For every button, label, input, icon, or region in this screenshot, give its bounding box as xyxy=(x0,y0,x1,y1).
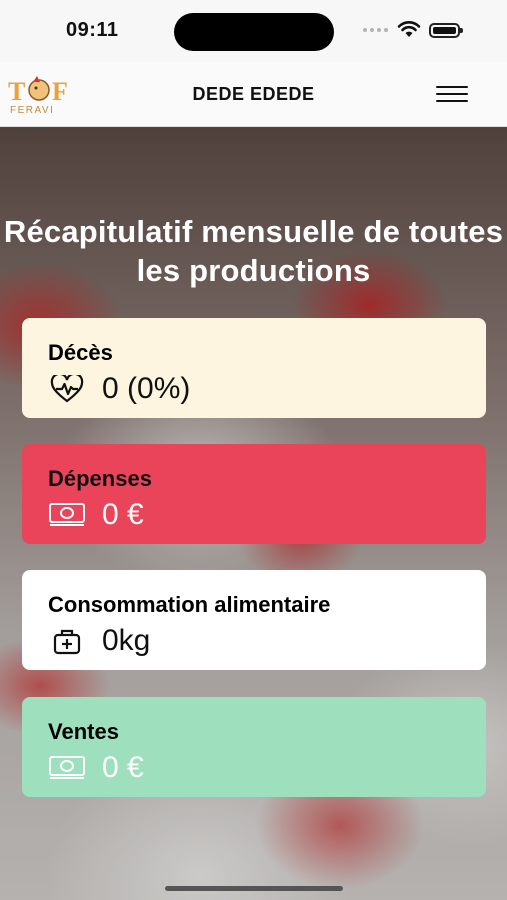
card-value: 0 (0%) xyxy=(102,372,191,405)
money-icon xyxy=(48,754,86,782)
nav-bar: T F FERAVI DEDE EDEDE xyxy=(0,62,507,127)
page-title: DEDE EDEDE xyxy=(192,84,315,104)
heart-pulse-icon xyxy=(48,375,86,403)
card-value: 0kg xyxy=(102,624,151,657)
signal-icon xyxy=(363,28,388,32)
status-time: 09:11 xyxy=(66,19,119,41)
card-value: 0 € xyxy=(102,498,144,531)
card-deces[interactable]: Décès 0 (0%) xyxy=(22,318,486,418)
card-ventes[interactable]: Ventes 0 € xyxy=(22,697,486,797)
status-bar: 09:11 xyxy=(0,0,507,62)
summary-heading: Récapitulatif mensuelle de toutes les pr… xyxy=(3,214,504,288)
card-value: 0 € xyxy=(102,751,144,784)
money-icon xyxy=(48,501,86,529)
card-title: Consommation alimentaire xyxy=(48,592,331,617)
card-depenses[interactable]: Dépenses 0 € xyxy=(22,444,486,544)
card-title: Ventes xyxy=(48,719,119,744)
feed-bag-icon xyxy=(48,627,86,655)
card-consommation[interactable]: Consommation alimentaire 0kg xyxy=(22,570,486,670)
wifi-icon xyxy=(397,21,421,37)
svg-text:FERAVI: FERAVI xyxy=(10,105,54,116)
hamburger-menu-button[interactable] xyxy=(436,86,468,104)
dynamic-island xyxy=(174,13,334,51)
home-indicator[interactable] xyxy=(165,886,343,891)
battery-icon xyxy=(429,23,463,38)
card-title: Décès xyxy=(48,340,113,365)
card-title: Dépenses xyxy=(48,466,152,491)
